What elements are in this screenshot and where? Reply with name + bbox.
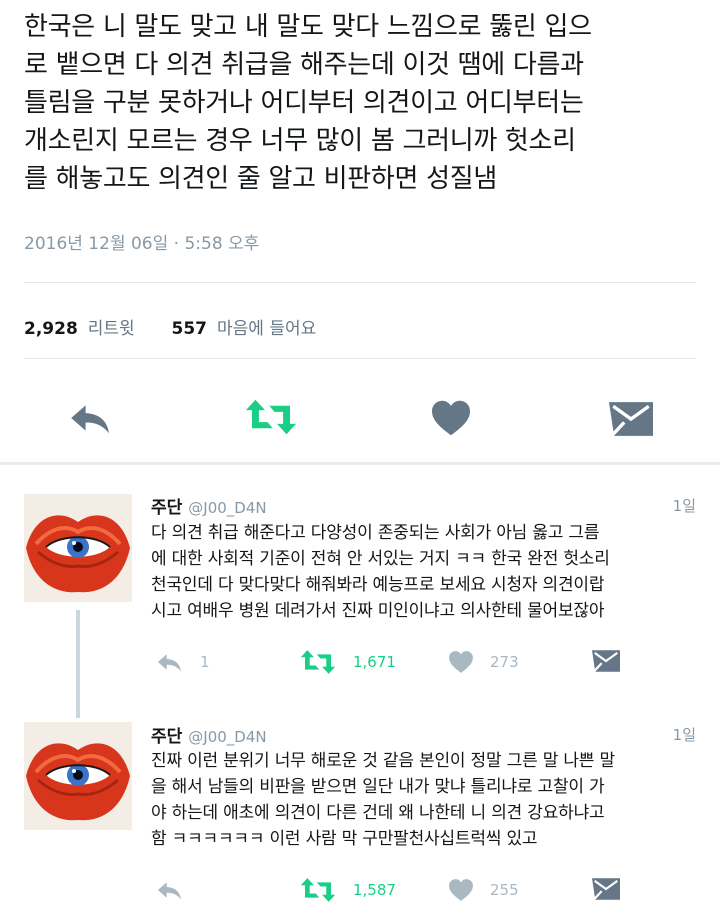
like-count: 273	[490, 653, 519, 671]
retweet-count: 1,671	[353, 653, 396, 671]
avatar[interactable]	[24, 722, 132, 830]
thread-connector-line	[76, 610, 80, 718]
reply-action-bar: 1,587 255	[0, 876, 720, 906]
retweet-icon[interactable]	[300, 649, 336, 675]
author-name: 주단	[151, 498, 183, 518]
author-handle: @J00_D4N	[188, 728, 267, 746]
reply-arrow-icon[interactable]	[68, 400, 114, 436]
divider	[24, 282, 696, 283]
heart-icon[interactable]	[430, 399, 472, 437]
heart-icon[interactable]	[448, 878, 474, 902]
tweet-timestamp[interactable]: 2016년 12월 06일 · 5:58 오후	[24, 229, 259, 254]
reply-time[interactable]: 1일	[673, 495, 696, 516]
reply-author[interactable]: 주단 @J00_D4N	[151, 722, 267, 747]
heart-icon[interactable]	[448, 650, 474, 674]
retweets-stat[interactable]: 2,928 리트윗	[24, 319, 140, 339]
tweet-stats: 2,928 리트윗 557 마음에 들어요	[24, 314, 316, 339]
reply-arrow-icon[interactable]	[156, 651, 184, 673]
avatar[interactable]	[24, 494, 132, 602]
envelope-icon[interactable]	[592, 650, 620, 672]
like-count: 255	[490, 881, 519, 899]
reply-count: 1	[200, 653, 210, 671]
envelope-icon[interactable]	[592, 878, 620, 900]
reply-text: 진짜 이런 분위기 너무 해로운 것 같음 본인이 정말 그른 말 나쁜 말 을…	[151, 751, 615, 849]
reply-time[interactable]: 1일	[673, 724, 696, 745]
section-divider	[0, 462, 720, 465]
reply-text: 다 의견 취급 해준다고 다양성이 존중되는 사회가 아님 옳고 그름 에 대한…	[151, 523, 610, 621]
reply-author[interactable]: 주단 @J00_D4N	[151, 493, 267, 518]
reply-action-bar: 1 1,671 273	[0, 648, 720, 678]
likes-label: 마음에 들어요	[217, 319, 317, 339]
author-name: 주단	[151, 727, 183, 747]
red-lips-eye-avatar	[24, 722, 132, 830]
red-lips-eye-avatar	[24, 494, 132, 602]
likes-stat[interactable]: 557 마음에 들어요	[172, 319, 317, 339]
tweet-text: 한국은 니 말도 맞고 내 말도 맞다 느낌으로 뚫린 입으 로 뱉으면 다 의…	[24, 12, 592, 194]
divider	[24, 358, 696, 359]
envelope-icon[interactable]	[609, 402, 653, 436]
reply-arrow-icon[interactable]	[156, 879, 184, 901]
retweets-count: 2,928	[24, 319, 78, 339]
author-handle: @J00_D4N	[188, 499, 267, 517]
retweet-icon[interactable]	[244, 398, 298, 436]
likes-count: 557	[171, 319, 208, 339]
main-action-bar	[0, 396, 720, 442]
retweet-icon[interactable]	[300, 877, 336, 903]
retweets-label: 리트윗	[87, 319, 135, 339]
retweet-count: 1,587	[353, 881, 396, 899]
